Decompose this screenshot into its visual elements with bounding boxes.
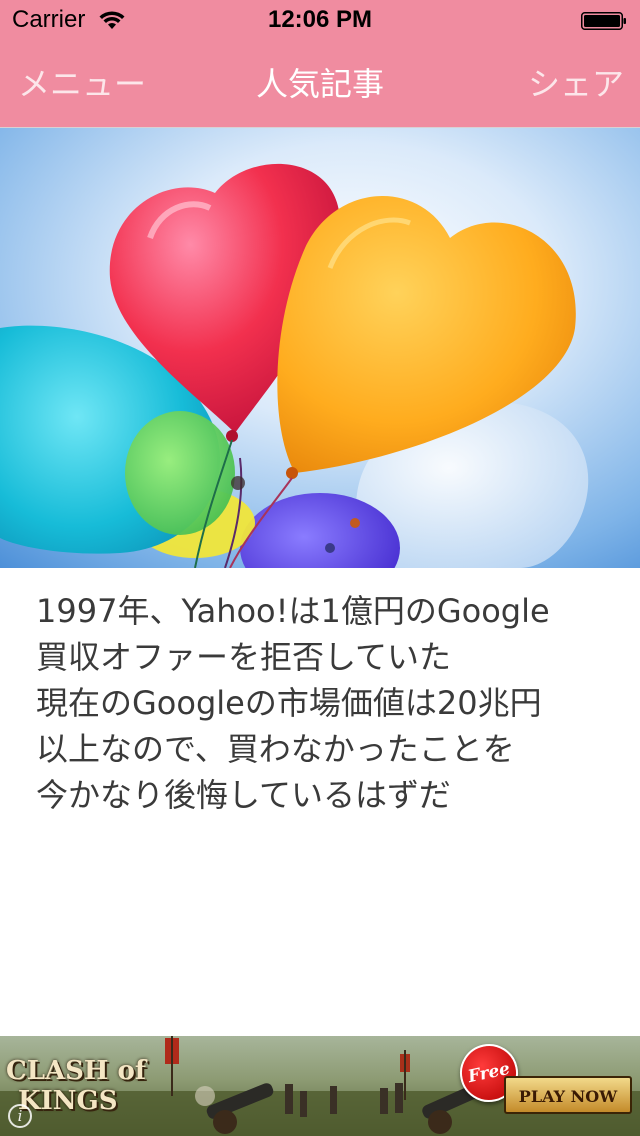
clock: 12:06 PM <box>267 6 373 33</box>
article-line: 現在のGoogleの市場価値は20兆円 <box>36 684 542 722</box>
article-line: 今かなり後悔しているはずだ <box>36 776 451 814</box>
article-line: 買収オファーを拒否していた <box>36 638 452 676</box>
play-now-button[interactable]: PLAY NOW <box>504 1076 632 1114</box>
ad-banner[interactable]: CLASH of KINGS Free PLAY NOW i <box>0 1036 640 1136</box>
ad-logo-line1: CLASH of <box>6 1056 147 1086</box>
navigation-bar: メニュー 人気記事 シェア <box>0 40 640 128</box>
article-line: 以上なので、買わなかったことを <box>36 730 515 768</box>
share-button[interactable]: シェア <box>528 62 624 106</box>
balloons-image <box>0 128 640 568</box>
header: Carrier 12:06 PM メニュー 人気記事 シェア <box>0 0 640 128</box>
article-text: 1997年、Yahoo!は1億円のGoogle 買収オファーを拒否していた 現在… <box>36 588 616 818</box>
hero-image <box>0 128 640 568</box>
info-icon[interactable]: i <box>8 1104 32 1128</box>
battery-icon <box>581 12 626 30</box>
status-bar: Carrier 12:06 PM <box>0 0 640 40</box>
article-line: 1997年、Yahoo!は1億円のGoogle <box>36 592 550 630</box>
